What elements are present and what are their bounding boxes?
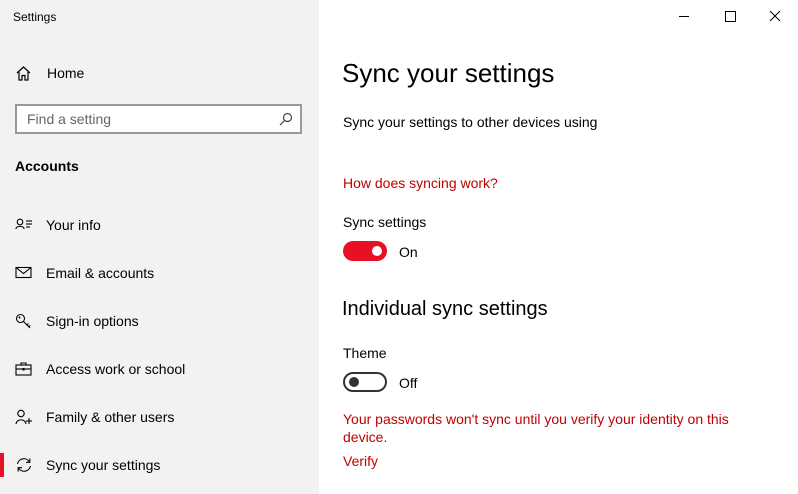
close-button[interactable] [752, 0, 798, 32]
sidebar-item-email-accounts[interactable]: Email & accounts [0, 253, 319, 293]
sidebar-item-access-work-school[interactable]: Access work or school [0, 349, 319, 389]
sidebar: Settings Home Accounts Your info Email &… [0, 0, 319, 494]
maximize-button[interactable] [707, 0, 753, 32]
sync-settings-toggle[interactable] [343, 241, 387, 261]
person-card-icon [15, 218, 32, 230]
verify-warning: Your passwords won't sync until you veri… [343, 411, 729, 445]
search-box[interactable] [15, 104, 302, 134]
theme-toggle[interactable] [343, 372, 387, 392]
sync-settings-state: On [399, 244, 418, 260]
verify-link[interactable]: Verify [343, 453, 378, 469]
mail-icon [15, 266, 32, 279]
toggle-knob [349, 377, 359, 387]
search-input[interactable] [27, 111, 272, 127]
sidebar-item-label: Your info [46, 217, 101, 233]
home-icon [16, 66, 31, 81]
sidebar-item-sync-settings[interactable]: Sync your settings [0, 445, 319, 485]
sidebar-item-label: Access work or school [46, 361, 186, 377]
toggle-knob [372, 246, 382, 256]
sidebar-item-sign-in-options[interactable]: Sign-in options [0, 301, 319, 341]
sync-icon [16, 458, 32, 472]
sidebar-item-label: Email & accounts [46, 265, 155, 281]
sync-settings-label: Sync settings [343, 214, 427, 230]
page-title: Sync your settings [342, 58, 555, 88]
search-icon[interactable] [279, 112, 293, 126]
help-link[interactable]: How does syncing work? [343, 175, 498, 191]
minimize-icon [679, 16, 689, 17]
key-icon [15, 313, 31, 329]
maximize-icon [725, 11, 736, 22]
home-nav-item[interactable]: Home [0, 58, 319, 88]
theme-state: Off [399, 375, 418, 391]
sidebar-item-label: Family & other users [46, 409, 175, 425]
sidebar-item-family-users[interactable]: Family & other users [0, 397, 319, 437]
close-icon [769, 10, 781, 22]
active-indicator [0, 453, 4, 477]
minimize-button[interactable] [661, 0, 707, 32]
sidebar-item-label: Sync your settings [46, 457, 161, 473]
briefcase-icon [15, 362, 32, 376]
individual-sync-heading: Individual sync settings [342, 298, 548, 320]
person-add-icon [15, 409, 32, 425]
theme-label: Theme [343, 345, 387, 361]
home-label: Home [47, 65, 85, 81]
page-description: Sync your settings to other devices usin… [343, 114, 598, 130]
sidebar-item-label: Sign-in options [46, 313, 139, 329]
section-title: Accounts [15, 158, 79, 174]
sidebar-item-your-info[interactable]: Your info [0, 205, 319, 245]
app-title: Settings [13, 10, 57, 24]
